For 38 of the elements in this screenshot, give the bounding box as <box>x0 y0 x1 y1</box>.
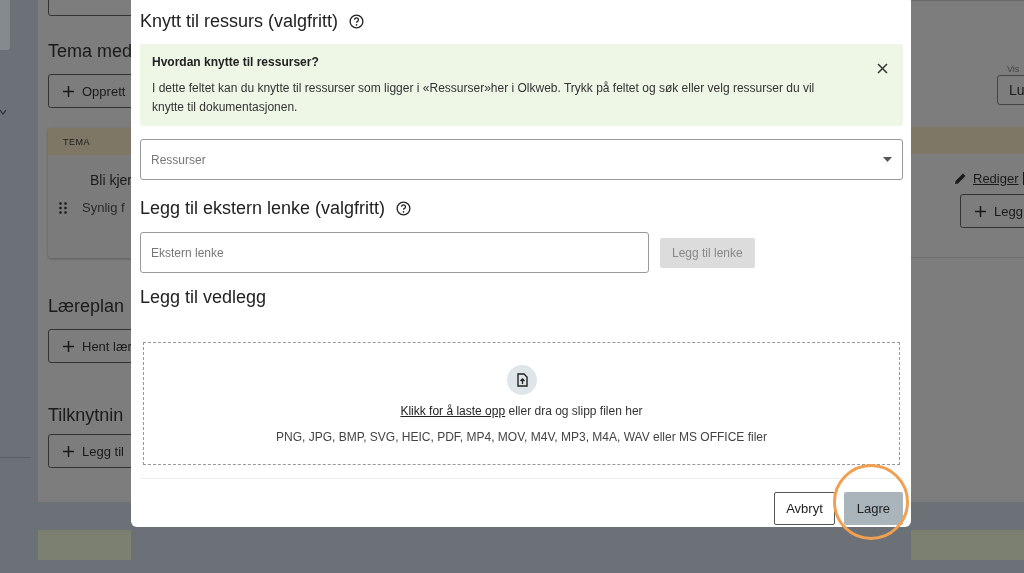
chevron-icon <box>0 108 6 116</box>
alert-title: Hvordan knytte til ressurser? <box>152 55 319 69</box>
section-title: Legg til ekstern lenke (valgfritt) <box>140 197 386 219</box>
section-title: Knytt til ressurs (valgfritt) <box>140 10 339 32</box>
add-button[interactable]: Legg til <box>48 434 131 468</box>
upload-instruction: Klikk for å laste opp eller dra og slipp filen her <box>400 404 643 418</box>
section-heading: Tilknytnin <box>48 405 124 426</box>
section-heading: Tema med <box>48 41 131 62</box>
plus-icon <box>63 340 74 352</box>
sidebar-panel <box>0 0 10 50</box>
drag-handle-icon[interactable] <box>59 201 67 214</box>
cancel-button[interactable]: Avbryt <box>774 492 835 525</box>
column-header: TEMA <box>63 136 90 147</box>
fetch-button[interactable]: Hent lær <box>48 329 131 363</box>
view-select[interactable]: Lu <box>997 75 1024 105</box>
create-button[interactable]: Opprett <box>48 74 131 108</box>
help-icon[interactable] <box>349 13 365 29</box>
row-title: Bli kjer <box>90 172 131 188</box>
resource-select[interactable]: Ressurser <box>140 139 903 180</box>
section-heading: Læreplan <box>48 296 125 317</box>
alert-text: I dette feltet kan du knytte til ressurser som ligger i «Ressurser»her i Olkweb. Trykk på feltet og søk eller velg ressurser du vil knytte til dokumentasjonen. <box>152 80 816 116</box>
help-icon[interactable] <box>396 200 412 216</box>
close-icon[interactable] <box>877 63 888 74</box>
plus-icon <box>63 85 74 97</box>
upload-dropzone[interactable]: Klikk for å laste opp eller dra og slipp filen her PNG, JPG, BMP, SVG, HEIC, PDF, MP4, MOV, M4V, MP3, M4A, WAV eller MS OFFICE filer <box>143 342 900 465</box>
link-input-field[interactable]: Ekstern lenke <box>140 232 649 273</box>
save-button[interactable]: Lagre <box>843 492 903 525</box>
row-subtitle: Synlig f <box>82 200 125 215</box>
plus-icon <box>975 205 986 217</box>
upload-link[interactable]: Klikk for å laste opp <box>400 404 506 418</box>
file-upload-icon <box>506 365 537 395</box>
edit-link[interactable]: Rediger <box>973 171 1019 186</box>
file-formats: PNG, JPG, BMP, SVG, HEIC, PDF, MP4, MOV, M4V, MP3, M4A, WAV eller MS OFFICE filer <box>276 430 767 444</box>
section-title: Legg til vedlegg <box>140 286 268 308</box>
add-button[interactable]: Legg <box>960 194 1024 228</box>
pencil-icon <box>954 172 967 185</box>
dropdown-caret-icon <box>883 157 892 162</box>
plus-icon <box>63 445 74 457</box>
